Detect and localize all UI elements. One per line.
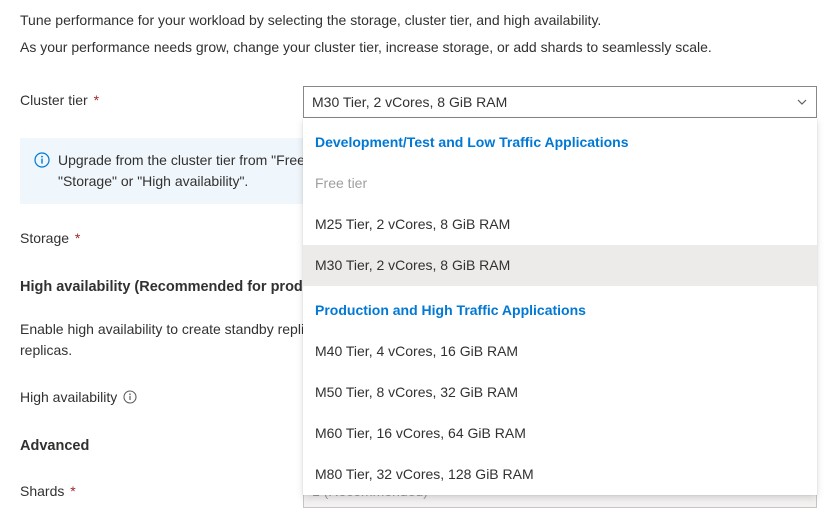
intro-text: Tune performance for your workload by se… — [20, 10, 817, 58]
high-availability-label: High availability — [20, 387, 117, 408]
info-icon — [34, 152, 50, 168]
cluster-tier-dropdown[interactable]: Development/Test and Low Traffic Applica… — [303, 118, 817, 495]
cluster-tier-selected-value: M30 Tier, 2 vCores, 8 GiB RAM — [312, 92, 507, 113]
chevron-down-icon — [796, 96, 808, 108]
dropdown-group-header: Production and High Traffic Applications — [303, 286, 817, 331]
dropdown-item: Free tier — [303, 163, 817, 204]
shards-label: Shards * — [20, 481, 303, 502]
dropdown-item[interactable]: M80 Tier, 32 vCores, 128 GiB RAM — [303, 454, 817, 495]
cluster-tier-select[interactable]: M30 Tier, 2 vCores, 8 GiB RAM — [303, 86, 817, 118]
intro-line-2: As your performance needs grow, change y… — [20, 37, 817, 58]
dropdown-item[interactable]: M40 Tier, 4 vCores, 16 GiB RAM — [303, 331, 817, 372]
storage-label-text: Storage — [20, 230, 69, 246]
info-icon[interactable] — [123, 390, 137, 404]
dropdown-group-header: Development/Test and Low Traffic Applica… — [303, 118, 817, 163]
dropdown-item[interactable]: M25 Tier, 2 vCores, 8 GiB RAM — [303, 204, 817, 245]
cluster-tier-label-text: Cluster tier — [20, 92, 88, 108]
required-asterisk: * — [66, 483, 75, 499]
cluster-tier-label: Cluster tier * — [20, 86, 303, 111]
cluster-tier-row: Cluster tier * M30 Tier, 2 vCores, 8 GiB… — [20, 86, 817, 118]
dropdown-item[interactable]: M30 Tier, 2 vCores, 8 GiB RAM — [303, 245, 817, 286]
required-asterisk: * — [71, 230, 80, 246]
shards-label-text: Shards — [20, 483, 64, 499]
required-asterisk: * — [90, 92, 99, 108]
dropdown-item[interactable]: M60 Tier, 16 vCores, 64 GiB RAM — [303, 413, 817, 454]
intro-line-1: Tune performance for your workload by se… — [20, 10, 817, 31]
dropdown-item[interactable]: M50 Tier, 8 vCores, 32 GiB RAM — [303, 372, 817, 413]
